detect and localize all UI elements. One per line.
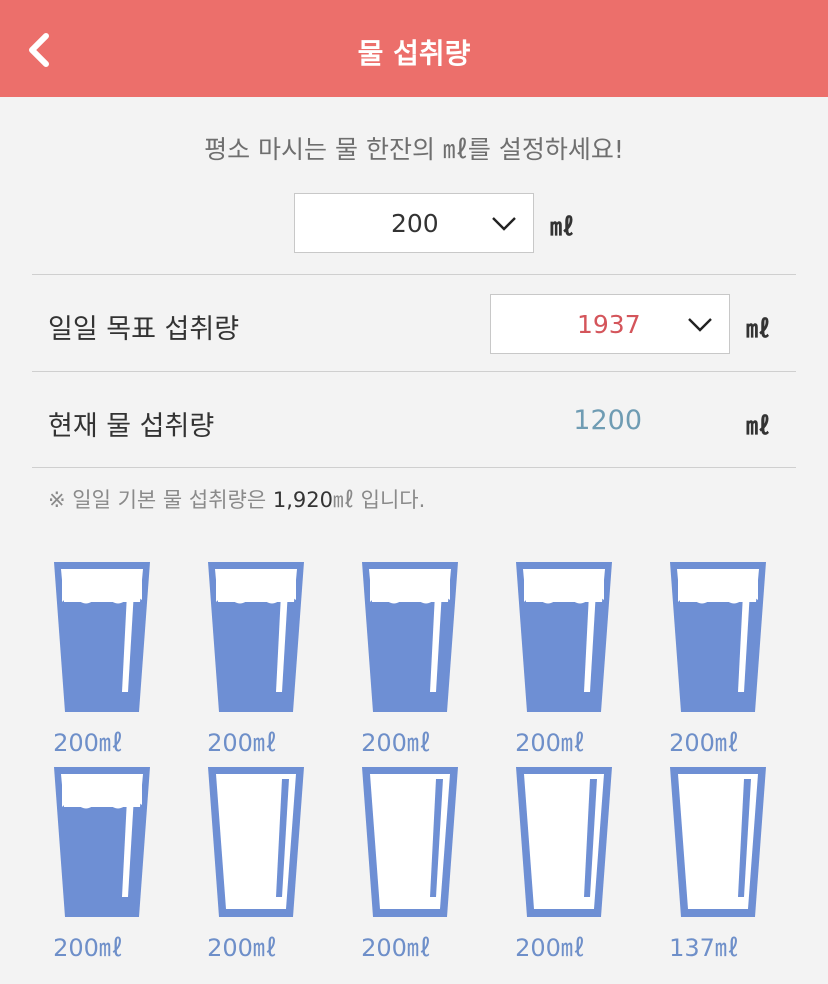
water-glass[interactable]: 200㎖ [488, 765, 612, 965]
water-glass-icon [54, 767, 150, 917]
glass-amount-label: 200㎖ [515, 729, 585, 757]
instruction-text: 평소 마시는 물 한잔의 ㎖를 설정하세요! [204, 135, 624, 164]
glass-amount-label: 200㎖ [207, 729, 277, 757]
water-glass[interactable]: 200㎖ [26, 765, 150, 965]
note-amount: 1,920 [272, 488, 333, 512]
divider [32, 274, 796, 275]
current-intake-label: 현재 물 섭취량 [48, 411, 215, 442]
water-glass[interactable]: 137㎖ [642, 765, 766, 965]
water-glass-icon [208, 562, 304, 712]
water-glass[interactable]: 200㎖ [488, 560, 612, 760]
chevron-down-icon [688, 318, 712, 332]
water-glass-icon [54, 562, 150, 712]
daily-goal-label: 일일 목표 섭취량 [48, 314, 240, 345]
water-glass[interactable]: 200㎖ [26, 560, 150, 760]
note-suffix: ㎖ 입니다. [332, 488, 426, 512]
daily-goal-select[interactable]: 1937 [490, 294, 730, 354]
divider [32, 467, 796, 468]
glass-amount-label: 137㎖ [669, 934, 739, 962]
water-glass[interactable]: 200㎖ [180, 765, 304, 965]
water-glass-icon [670, 767, 766, 917]
default-intake-note: ※ 일일 기본 물 섭취량은 1,920㎖ 입니다. [48, 484, 425, 514]
cup-size-select[interactable]: 200 [294, 193, 534, 253]
chevron-down-icon [492, 217, 516, 231]
glass-amount-label: 200㎖ [53, 934, 123, 962]
page-title: 물 섭취량 [357, 37, 471, 70]
water-glass[interactable]: 200㎖ [180, 560, 304, 760]
water-glass-icon [516, 767, 612, 917]
glass-amount-label: 200㎖ [361, 934, 431, 962]
app-header: 물 섭취량 [0, 0, 828, 97]
daily-goal-unit: ㎖ [746, 315, 770, 343]
cup-size-value: 200 [391, 209, 439, 238]
cup-size-unit: ㎖ [550, 213, 574, 241]
glass-amount-label: 200㎖ [669, 729, 739, 757]
water-glass-icon [362, 767, 458, 917]
divider [32, 371, 796, 372]
water-glass-icon [362, 562, 458, 712]
daily-goal-value: 1937 [577, 310, 641, 339]
glass-amount-label: 200㎖ [361, 729, 431, 757]
note-prefix: ※ 일일 기본 물 섭취량은 [48, 488, 273, 512]
water-glass-icon [516, 562, 612, 712]
current-intake-value: 1200 [573, 405, 642, 436]
water-glass[interactable]: 200㎖ [642, 560, 766, 760]
water-glass[interactable]: 200㎖ [334, 560, 458, 760]
glass-amount-label: 200㎖ [515, 934, 585, 962]
glass-amount-label: 200㎖ [53, 729, 123, 757]
water-glass-icon [670, 562, 766, 712]
water-glass[interactable]: 200㎖ [334, 765, 458, 965]
current-intake-unit: ㎖ [746, 412, 770, 440]
water-glass-icon [208, 767, 304, 917]
glass-amount-label: 200㎖ [207, 934, 277, 962]
